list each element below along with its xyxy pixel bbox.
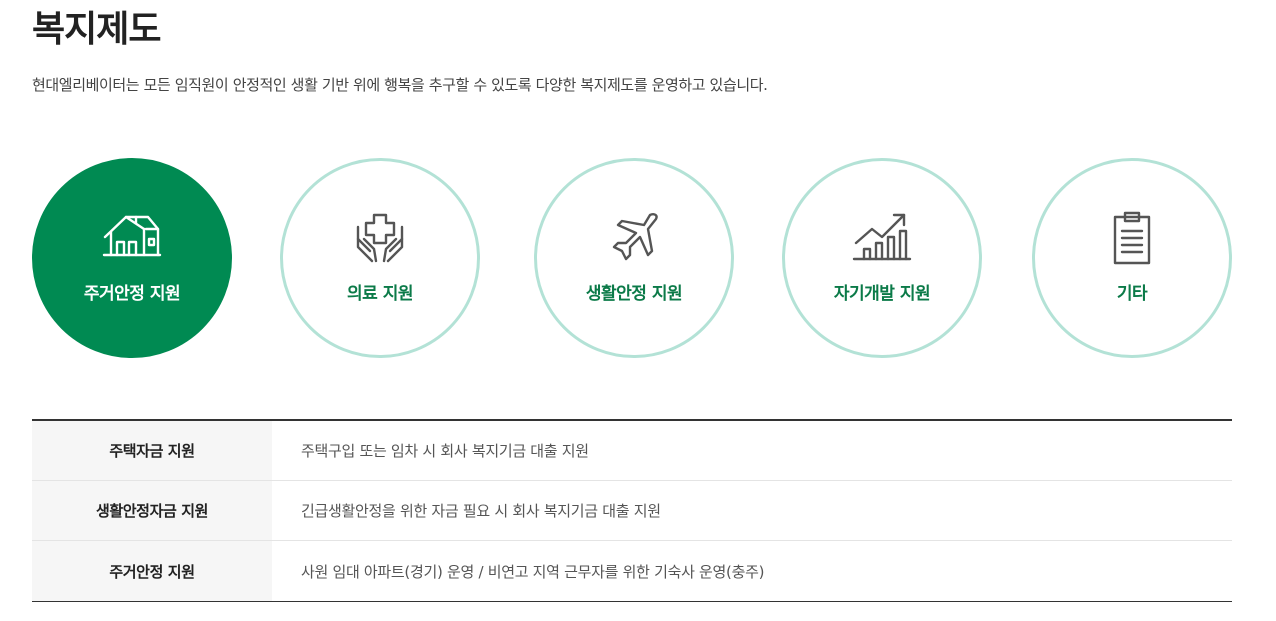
- tab-label: 기타: [1116, 284, 1148, 304]
- row-header: 주거안정 지원: [32, 541, 272, 601]
- house-icon: [102, 209, 162, 265]
- clipboard-icon: [1102, 209, 1162, 265]
- table-row: 주택자금 지원 주택구입 또는 임차 시 회사 복지기금 대출 지원: [32, 421, 1232, 481]
- medical-hands-icon: [350, 209, 410, 265]
- row-header: 주택자금 지원: [32, 421, 272, 480]
- tab-label: 주거안정 지원: [83, 284, 181, 304]
- tab-housing-support[interactable]: 주거안정 지원: [32, 158, 232, 358]
- tab-self-development-support[interactable]: 자기개발 지원: [782, 158, 982, 358]
- airplane-icon: [604, 209, 664, 265]
- tab-medical-support[interactable]: 의료 지원: [280, 158, 480, 358]
- welfare-category-tabs: 주거안정 지원 의료 지원 생활안정 지원 자기개발 지원 기타: [0, 158, 1276, 360]
- table-row: 생활안정자금 지원 긴급생활안정을 위한 자금 필요 시 회사 복지기금 대출 …: [32, 481, 1232, 541]
- row-content: 사원 임대 아파트(경기) 운영 / 비연고 지역 근무자를 위한 기숙사 운영…: [301, 562, 765, 581]
- growth-chart-icon: [852, 209, 912, 265]
- welfare-detail-table: 주택자금 지원 주택구입 또는 임차 시 회사 복지기금 대출 지원 생활안정자…: [32, 419, 1232, 602]
- tab-label: 의료 지원: [347, 284, 413, 304]
- table-row: 주거안정 지원 사원 임대 아파트(경기) 운영 / 비연고 지역 근무자를 위…: [32, 541, 1232, 601]
- row-content: 주택구입 또는 임차 시 회사 복지기금 대출 지원: [301, 442, 589, 460]
- row-content: 긴급생활안정을 위한 자금 필요 시 회사 복지기금 대출 지원: [301, 502, 661, 520]
- page-title: 복지제도: [32, 9, 161, 50]
- row-header: 생활안정자금 지원: [32, 481, 272, 540]
- tab-etc[interactable]: 기타: [1032, 158, 1232, 358]
- tab-label: 자기개발 지원: [833, 284, 931, 304]
- welfare-page: 복지제도 현대엘리베이터는 모든 임직원이 안정적인 생활 기반 위에 행복을 …: [0, 0, 1276, 621]
- page-description: 현대엘리베이터는 모든 임직원이 안정적인 생활 기반 위에 행복을 추구할 수…: [32, 76, 768, 94]
- tab-living-stability-support[interactable]: 생활안정 지원: [534, 158, 734, 358]
- tab-label: 생활안정 지원: [585, 284, 683, 304]
